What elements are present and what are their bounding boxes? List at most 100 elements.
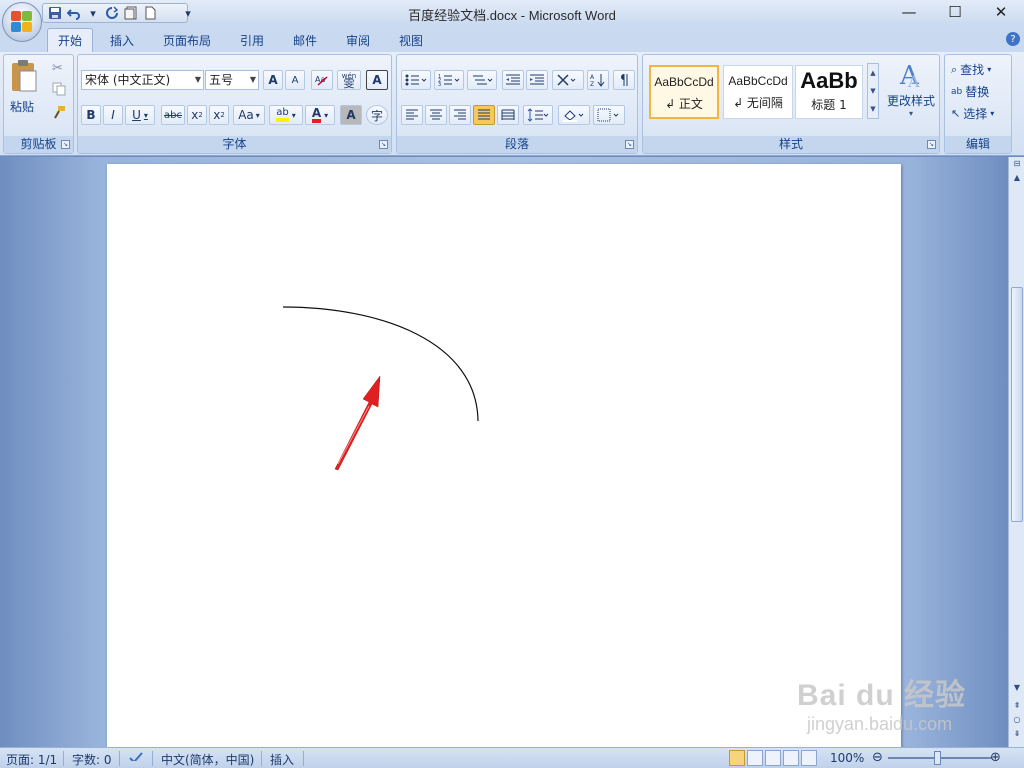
paragraph-group: 123 AZ 段落 ↘ (396, 54, 638, 154)
phonetic-guide-button[interactable]: wén 雯 (337, 70, 361, 90)
paragraph-launcher-icon[interactable]: ↘ (625, 140, 634, 149)
italic-button[interactable]: I (103, 105, 123, 125)
bullets-icon[interactable] (401, 70, 431, 90)
styles-gallery-scroll[interactable]: ▲ ▼ ▼ (867, 63, 879, 119)
previous-page-icon[interactable]: ⇞ (1010, 699, 1024, 713)
font-color-label: A (311, 107, 322, 123)
outline-view-icon[interactable] (783, 750, 799, 766)
proofing-icon[interactable] (128, 751, 146, 768)
change-styles-button[interactable]: AA 更改样式 ▾ (883, 59, 939, 131)
font-name-combo[interactable]: 宋体 (中文正文) ▼ (81, 70, 204, 90)
shading-icon[interactable] (558, 105, 590, 125)
increase-indent-icon[interactable] (526, 70, 548, 90)
font-color-button[interactable]: A ▾ (305, 105, 335, 125)
chevron-down-icon[interactable]: ▼ (868, 82, 878, 100)
show-marks-icon[interactable] (613, 70, 635, 90)
highlight-button[interactable]: ab ▾ (269, 105, 303, 125)
font-launcher-icon[interactable]: ↘ (379, 140, 388, 149)
enclose-characters-button[interactable]: 字 (366, 105, 388, 125)
select-label: 选择 (963, 107, 988, 121)
paste-button[interactable]: 粘贴 (10, 59, 40, 119)
grow-font-button[interactable]: A (263, 70, 283, 90)
insert-mode-indicator[interactable]: 插入 (270, 751, 294, 768)
draft-view-icon[interactable] (801, 750, 817, 766)
tab-review[interactable]: 审阅 (336, 28, 380, 52)
tab-page-layout[interactable]: 页面布局 (153, 28, 221, 52)
cut-icon[interactable]: ✂ (52, 61, 63, 76)
justify-icon[interactable] (473, 105, 495, 125)
office-button[interactable] (2, 2, 42, 42)
browse-object-icon[interactable]: ○ (1010, 713, 1024, 727)
zoom-slider-knob[interactable] (934, 751, 941, 765)
find-label: 查找 (960, 63, 985, 77)
character-border-button[interactable]: A (366, 70, 388, 90)
tab-view[interactable]: 视图 (389, 28, 433, 52)
close-button[interactable]: ✕ (978, 0, 1024, 24)
styles-launcher-icon[interactable]: ↘ (927, 140, 936, 149)
zoom-level[interactable]: 100% (830, 751, 864, 765)
scroll-down-icon[interactable]: ▼ (1010, 681, 1024, 695)
clipboard-launcher-icon[interactable]: ↘ (61, 140, 70, 149)
arc-shape[interactable] (282, 306, 479, 422)
document-page[interactable] (107, 164, 901, 747)
word-count[interactable]: 字数: 0 (72, 751, 112, 768)
tab-home[interactable]: 开始 (47, 28, 94, 52)
gallery-more-icon[interactable]: ▼ (868, 100, 878, 118)
scroll-up-icon[interactable]: ▲ (1010, 171, 1024, 185)
tab-references[interactable]: 引用 (230, 28, 274, 52)
ruler-toggle-icon[interactable]: ⊟ (1010, 157, 1024, 171)
bold-button[interactable]: B (81, 105, 101, 125)
style-normal-sample: AaBbCcDd (654, 75, 714, 89)
copy-icon[interactable] (52, 82, 66, 99)
zoom-out-icon[interactable]: ⊖ (872, 750, 883, 765)
shrink-font-button[interactable]: A (285, 70, 305, 90)
clear-format-icon[interactable]: Aa (311, 70, 333, 90)
ribbon: 粘贴 ✂ 剪贴板 ↘ 宋体 (中文正文) ▼ 五号 ▼ A A Aa wén 雯 A… (0, 52, 1024, 156)
replace-icon: ab (951, 86, 963, 97)
svg-text:Z: Z (590, 81, 594, 87)
clipboard-group: 粘贴 ✂ 剪贴板 ↘ (3, 54, 74, 154)
scroll-thumb[interactable] (1011, 287, 1023, 522)
line-spacing-icon[interactable] (523, 105, 553, 125)
language-indicator[interactable]: 中文(简体，中国) (161, 751, 254, 768)
web-layout-view-icon[interactable] (765, 750, 781, 766)
highlight-label: ab (276, 108, 289, 122)
align-left-icon[interactable] (401, 105, 423, 125)
full-screen-reading-view-icon[interactable] (747, 750, 763, 766)
tab-insert[interactable]: 插入 (100, 28, 144, 52)
change-case-button[interactable]: Aa ▾ (233, 105, 265, 125)
next-page-icon[interactable]: ⇟ (1010, 727, 1024, 741)
page-count[interactable]: 页面: 1/1 (6, 751, 57, 768)
distributed-icon[interactable] (497, 105, 519, 125)
align-center-icon[interactable] (425, 105, 447, 125)
style-no-spacing-tile[interactable]: AaBbCcDd ↲ 无间隔 (723, 65, 793, 119)
subscript-button[interactable]: x2 (187, 105, 207, 125)
character-shading-button[interactable]: A (340, 105, 362, 125)
style-normal-tile[interactable]: AaBbCcDd ↲ 正文 (649, 65, 719, 119)
replace-button[interactable]: ab 替换 (951, 83, 989, 100)
superscript-button[interactable]: x2 (209, 105, 229, 125)
strikethrough-button[interactable]: abc (161, 105, 185, 125)
chevron-up-icon[interactable]: ▲ (868, 64, 878, 82)
font-size-combo[interactable]: 五号 ▼ (205, 70, 259, 90)
borders-icon[interactable] (593, 105, 625, 125)
print-layout-view-icon[interactable] (729, 750, 745, 766)
select-button[interactable]: ↖ 选择 ▾ (951, 105, 994, 122)
vertical-scrollbar[interactable]: ⊟ ▲ ▼ ⇞ ○ ⇟ (1008, 157, 1024, 747)
tab-mailings[interactable]: 邮件 (283, 28, 327, 52)
underline-button[interactable]: U ▾ (125, 105, 155, 125)
styles-group-label: 样式 (643, 136, 939, 153)
decrease-indent-icon[interactable] (502, 70, 524, 90)
zoom-in-icon[interactable]: ⊕ (990, 750, 1001, 765)
asian-layout-icon[interactable] (552, 70, 584, 90)
multilevel-list-icon[interactable] (467, 70, 497, 90)
align-right-icon[interactable] (449, 105, 471, 125)
maximize-button[interactable]: ☐ (932, 0, 978, 24)
find-button[interactable]: ⌕ 查找 ▾ (951, 61, 991, 78)
style-heading1-tile[interactable]: AaBb 标题 1 (795, 65, 863, 119)
minimize-button[interactable]: — (886, 0, 932, 24)
sort-icon[interactable]: AZ (587, 70, 609, 90)
format-painter-icon[interactable] (52, 105, 66, 122)
help-icon[interactable]: ? (1006, 32, 1020, 46)
numbering-icon[interactable]: 123 (434, 70, 464, 90)
